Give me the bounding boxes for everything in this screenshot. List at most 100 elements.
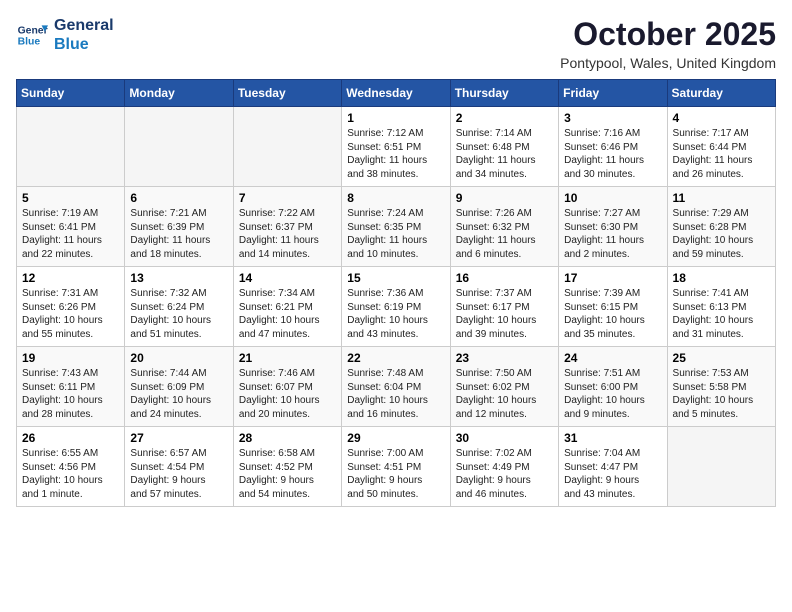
day-number: 19 bbox=[22, 351, 119, 365]
day-number: 4 bbox=[673, 111, 770, 125]
week-row-2: 5Sunrise: 7:19 AM Sunset: 6:41 PM Daylig… bbox=[17, 187, 776, 267]
cell-content: Sunrise: 7:24 AM Sunset: 6:35 PM Dayligh… bbox=[347, 207, 444, 261]
cell-content: Sunrise: 7:32 AM Sunset: 6:24 PM Dayligh… bbox=[130, 287, 227, 341]
week-row-3: 12 Sunrise: 7:31 AM Sunset: 6:26 PM Dayli… bbox=[17, 267, 776, 347]
cell-content: Sunrise: 7:37 AM Sunset: 6:17 PM Dayligh… bbox=[456, 287, 553, 341]
cell-content: Sunrise: 7:26 AM Sunset: 6:32 PM Dayligh… bbox=[456, 207, 553, 261]
cell-content: Sunrise: 7:00 AM Sunset: 4:51 PM Dayligh… bbox=[347, 447, 444, 501]
cell-content: Sunrise: 7:44 AM Sunset: 6:09 PM Dayligh… bbox=[130, 367, 227, 421]
day-number: 10 bbox=[564, 191, 661, 205]
calendar-cell: 26 Sunrise: 6:55 AM Sunset: 4:56 PM Dayli… bbox=[17, 427, 125, 507]
location: Pontypool, Wales, United Kingdom bbox=[560, 55, 776, 71]
cell-content: Sunrise: 7:51 AM Sunset: 6:00 PM Dayligh… bbox=[564, 367, 661, 421]
cell-content: Sunrise: 7:27 AM Sunset: 6:30 PM Dayligh… bbox=[564, 207, 661, 261]
cell-content: Sunrise: 7:31 AM Sunset: 6:26 PM Dayligh… bbox=[22, 287, 119, 341]
cell-content: Sunrise: 6:55 AM Sunset: 4:56 PM Dayligh… bbox=[22, 447, 119, 501]
cell-content: Sunrise: 7:21 AM Sunset: 6:39 PM Dayligh… bbox=[130, 207, 227, 261]
calendar-table: SundayMondayTuesdayWednesdayThursdayFrid… bbox=[16, 79, 776, 507]
cell-content: Sunrise: 7:02 AM Sunset: 4:49 PM Dayligh… bbox=[456, 447, 553, 501]
logo-general: General bbox=[54, 16, 114, 35]
day-number: 17 bbox=[564, 271, 661, 285]
calendar-cell: 17 Sunrise: 7:39 AM Sunset: 6:15 PM Dayli… bbox=[559, 267, 667, 347]
day-number: 1 bbox=[347, 111, 444, 125]
cell-content: Sunrise: 7:46 AM Sunset: 6:07 PM Dayligh… bbox=[239, 367, 336, 421]
cell-content: Sunrise: 7:12 AM Sunset: 6:51 PM Dayligh… bbox=[347, 127, 444, 181]
day-number: 3 bbox=[564, 111, 661, 125]
cell-content: Sunrise: 7:43 AM Sunset: 6:11 PM Dayligh… bbox=[22, 367, 119, 421]
day-number: 23 bbox=[456, 351, 553, 365]
calendar-cell: 18 Sunrise: 7:41 AM Sunset: 6:13 PM Dayli… bbox=[667, 267, 775, 347]
calendar-cell: 8 Sunrise: 7:24 AM Sunset: 6:35 PM Daylig… bbox=[342, 187, 450, 267]
weekday-header-monday: Monday bbox=[125, 80, 233, 107]
calendar-cell: 21Sunrise: 7:46 AM Sunset: 6:07 PM Dayli… bbox=[233, 347, 341, 427]
calendar-cell: 23 Sunrise: 7:50 AM Sunset: 6:02 PM Dayli… bbox=[450, 347, 558, 427]
calendar-cell: 6 Sunrise: 7:21 AM Sunset: 6:39 PM Daylig… bbox=[125, 187, 233, 267]
calendar-cell: 22Sunrise: 7:48 AM Sunset: 6:04 PM Dayli… bbox=[342, 347, 450, 427]
page-container: General Blue General Blue October 2025 P… bbox=[0, 0, 792, 517]
cell-content: Sunrise: 7:41 AM Sunset: 6:13 PM Dayligh… bbox=[673, 287, 770, 341]
calendar-cell: 29 Sunrise: 7:00 AM Sunset: 4:51 PM Dayli… bbox=[342, 427, 450, 507]
day-number: 25 bbox=[673, 351, 770, 365]
cell-content: Sunrise: 7:17 AM Sunset: 6:44 PM Dayligh… bbox=[673, 127, 770, 181]
calendar-cell: 7 Sunrise: 7:22 AM Sunset: 6:37 PM Daylig… bbox=[233, 187, 341, 267]
calendar-cell: 16 Sunrise: 7:37 AM Sunset: 6:17 PM Dayli… bbox=[450, 267, 558, 347]
calendar-cell bbox=[17, 107, 125, 187]
cell-content: Sunrise: 7:39 AM Sunset: 6:15 PM Dayligh… bbox=[564, 287, 661, 341]
day-number: 18 bbox=[673, 271, 770, 285]
week-row-4: 19 Sunrise: 7:43 AM Sunset: 6:11 PM Dayli… bbox=[17, 347, 776, 427]
week-row-5: 26 Sunrise: 6:55 AM Sunset: 4:56 PM Dayli… bbox=[17, 427, 776, 507]
day-number: 20 bbox=[130, 351, 227, 365]
calendar-cell: 20 Sunrise: 7:44 AM Sunset: 6:09 PM Dayli… bbox=[125, 347, 233, 427]
day-number: 31 bbox=[564, 431, 661, 445]
cell-content: Sunrise: 7:34 AM Sunset: 6:21 PM Dayligh… bbox=[239, 287, 336, 341]
calendar-cell: 3Sunrise: 7:16 AM Sunset: 6:46 PM Daylig… bbox=[559, 107, 667, 187]
calendar-cell: 19 Sunrise: 7:43 AM Sunset: 6:11 PM Dayli… bbox=[17, 347, 125, 427]
day-number: 7 bbox=[239, 191, 336, 205]
svg-text:Blue: Blue bbox=[18, 37, 41, 48]
day-number: 12 bbox=[22, 271, 119, 285]
calendar-cell bbox=[125, 107, 233, 187]
weekday-header-tuesday: Tuesday bbox=[233, 80, 341, 107]
calendar-cell: 10 Sunrise: 7:27 AM Sunset: 6:30 PM Dayli… bbox=[559, 187, 667, 267]
day-number: 24 bbox=[564, 351, 661, 365]
day-number: 16 bbox=[456, 271, 553, 285]
calendar-cell: 31 Sunrise: 7:04 AM Sunset: 4:47 PM Dayli… bbox=[559, 427, 667, 507]
cell-content: Sunrise: 7:48 AM Sunset: 6:04 PM Dayligh… bbox=[347, 367, 444, 421]
cell-content: Sunrise: 6:58 AM Sunset: 4:52 PM Dayligh… bbox=[239, 447, 336, 501]
day-number: 29 bbox=[347, 431, 444, 445]
day-number: 15 bbox=[347, 271, 444, 285]
cell-content: Sunrise: 7:14 AM Sunset: 6:48 PM Dayligh… bbox=[456, 127, 553, 181]
cell-content: Sunrise: 7:22 AM Sunset: 6:37 PM Dayligh… bbox=[239, 207, 336, 261]
day-number: 6 bbox=[130, 191, 227, 205]
cell-content: Sunrise: 7:19 AM Sunset: 6:41 PM Dayligh… bbox=[22, 207, 119, 261]
calendar-cell bbox=[667, 427, 775, 507]
day-number: 30 bbox=[456, 431, 553, 445]
day-number: 14 bbox=[239, 271, 336, 285]
cell-content: Sunrise: 7:04 AM Sunset: 4:47 PM Dayligh… bbox=[564, 447, 661, 501]
day-number: 28 bbox=[239, 431, 336, 445]
weekday-header-saturday: Saturday bbox=[667, 80, 775, 107]
day-number: 11 bbox=[673, 191, 770, 205]
weekday-header-wednesday: Wednesday bbox=[342, 80, 450, 107]
month-title: October 2025 bbox=[560, 16, 776, 53]
day-number: 2 bbox=[456, 111, 553, 125]
calendar-cell bbox=[233, 107, 341, 187]
cell-content: Sunrise: 6:57 AM Sunset: 4:54 PM Dayligh… bbox=[130, 447, 227, 501]
header: General Blue General Blue October 2025 P… bbox=[16, 16, 776, 71]
logo: General Blue General Blue bbox=[16, 16, 114, 54]
calendar-cell: 9 Sunrise: 7:26 AM Sunset: 6:32 PM Daylig… bbox=[450, 187, 558, 267]
day-number: 13 bbox=[130, 271, 227, 285]
calendar-cell: 14 Sunrise: 7:34 AM Sunset: 6:21 PM Dayli… bbox=[233, 267, 341, 347]
title-block: October 2025 Pontypool, Wales, United Ki… bbox=[560, 16, 776, 71]
day-number: 8 bbox=[347, 191, 444, 205]
cell-content: Sunrise: 7:50 AM Sunset: 6:02 PM Dayligh… bbox=[456, 367, 553, 421]
calendar-cell: 25Sunrise: 7:53 AM Sunset: 5:58 PM Dayli… bbox=[667, 347, 775, 427]
calendar-cell: 27Sunrise: 6:57 AM Sunset: 4:54 PM Dayli… bbox=[125, 427, 233, 507]
weekday-header-friday: Friday bbox=[559, 80, 667, 107]
calendar-cell: 4 Sunrise: 7:17 AM Sunset: 6:44 PM Daylig… bbox=[667, 107, 775, 187]
logo-blue: Blue bbox=[54, 35, 114, 54]
cell-content: Sunrise: 7:29 AM Sunset: 6:28 PM Dayligh… bbox=[673, 207, 770, 261]
day-number: 9 bbox=[456, 191, 553, 205]
day-number: 26 bbox=[22, 431, 119, 445]
calendar-cell: 30 Sunrise: 7:02 AM Sunset: 4:49 PM Dayli… bbox=[450, 427, 558, 507]
